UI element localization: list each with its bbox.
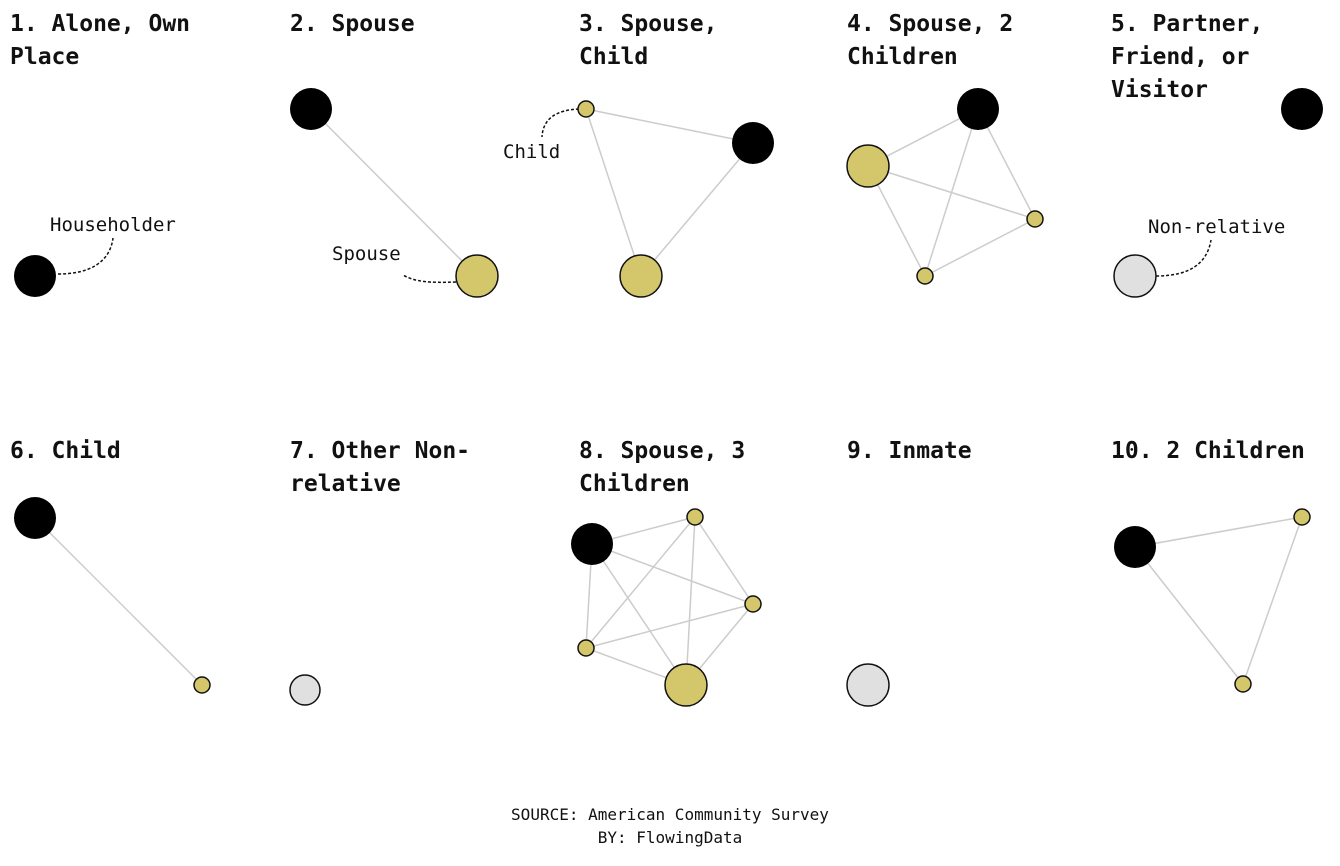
relative-node [916, 267, 934, 285]
relationship-edge [585, 108, 754, 144]
relative-node [744, 595, 762, 613]
network-graph [289, 674, 321, 706]
relative-node [846, 144, 890, 188]
relationship-edge [694, 516, 754, 605]
author-credit: BY: FlowingData [597, 828, 743, 847]
panel-8: 8. Spouse, 3 Children [571, 427, 849, 827]
panel-9: 9. Inmate [846, 427, 1117, 827]
non-relative-node [289, 674, 321, 706]
relative-node [455, 254, 499, 298]
network-graph: Child [503, 100, 774, 298]
annotation-label: Child [503, 141, 560, 163]
network-graph [846, 663, 890, 707]
network-graph: Spouse [290, 88, 499, 298]
householder-node [571, 523, 613, 565]
panel-6: 6. Child [10, 427, 280, 827]
householder-node [14, 497, 56, 539]
network-graph: Non-relative [1113, 88, 1323, 298]
relationship-edge [1134, 516, 1303, 548]
relationship-edge [591, 543, 687, 686]
relationship-edge [1134, 546, 1244, 685]
panel-3: 3. Spouse, Child Child [503, 0, 849, 400]
relative-node [577, 639, 595, 657]
householder-node [732, 122, 774, 164]
panel-10: 10. 2 Children [1111, 427, 1340, 827]
non-relative-node [846, 663, 890, 707]
relative-node [193, 676, 211, 694]
relative-node [664, 663, 708, 707]
footer-credits: SOURCE: American Community Survey BY: Fl… [0, 803, 1340, 849]
panel-4: 4. Spouse, 2 Children [846, 0, 1117, 400]
relative-node [1234, 675, 1252, 693]
annotation-leader-line [402, 274, 457, 284]
panel-7: 7. Other Non-relative [289, 427, 560, 827]
annotation-leader-line [1155, 239, 1212, 277]
relationship-edge [685, 516, 696, 686]
relative-node [619, 254, 663, 298]
relationship-edge [591, 543, 754, 605]
relative-node [686, 508, 704, 526]
panel-1: 1. Alone, Own Place Householder [10, 0, 280, 400]
network-graph [14, 497, 211, 694]
relationship-edge [867, 165, 1036, 220]
relative-node [1026, 210, 1044, 228]
relative-node [1293, 508, 1311, 526]
householder-node [14, 255, 56, 297]
relationship-edge [1242, 516, 1303, 685]
network-graph [1114, 508, 1311, 693]
relationship-edge [924, 218, 1036, 277]
relationship-edge [640, 142, 754, 277]
network-graph [846, 88, 1044, 285]
annotation-leader-line [57, 237, 114, 275]
relationship-edge [585, 603, 754, 649]
householder-node [957, 88, 999, 130]
panel-2: 2. Spouse Spouse [290, 0, 560, 400]
relative-node [577, 100, 595, 118]
annotation-label: Householder [50, 214, 176, 236]
relationship-edge [585, 108, 642, 277]
source-credit: SOURCE: American Community Survey [511, 805, 829, 824]
network-graph [571, 508, 762, 707]
non-relative-node [1113, 254, 1157, 298]
annotation-label: Spouse [332, 243, 401, 265]
householder-node [290, 88, 332, 130]
householder-node [1114, 526, 1156, 568]
annotation-label: Non-relative [1148, 216, 1285, 238]
householder-node [1281, 88, 1323, 130]
network-graph: Householder [14, 214, 176, 297]
panel-5: 5. Partner, Friend, or Visitor Non-relat… [1111, 0, 1340, 400]
relationship-edge [34, 517, 203, 686]
